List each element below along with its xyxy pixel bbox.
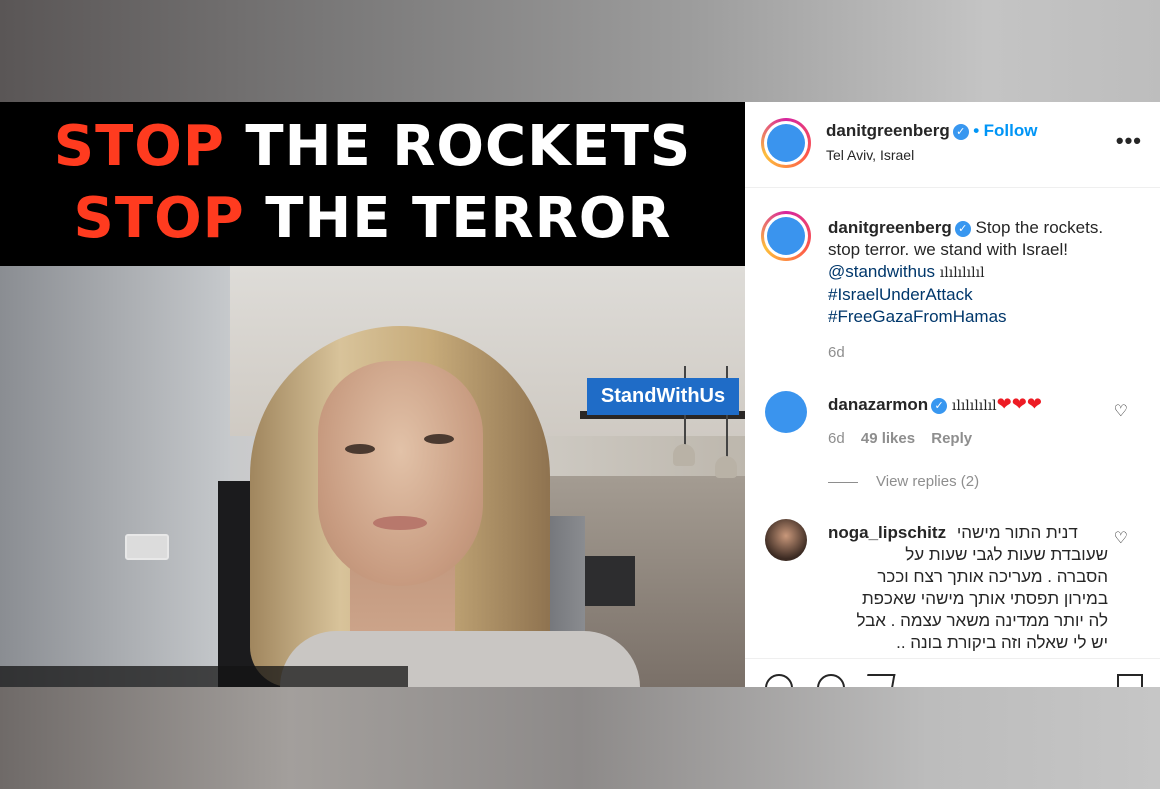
heart-icon[interactable] (765, 674, 793, 687)
post-side-panel: danitgreenberg ✓ • Follow Tel Aviv, Israe… (745, 102, 1160, 687)
light-switch (125, 534, 169, 560)
headline-text-rockets: THE ROCKETS (245, 114, 692, 179)
comment-likes[interactable]: 49 likes (861, 430, 915, 447)
caption-symbols: ılılılılıl (939, 265, 985, 281)
comment-text: ılılılılıl (951, 398, 997, 414)
action-bar (745, 674, 1160, 687)
avatar[interactable] (765, 391, 807, 433)
video-frame: StandWithUs (0, 266, 745, 687)
caption-time[interactable]: 6d (828, 344, 845, 361)
comment-text: במירון תפסתי אותך מישהי שאכפת (861, 589, 1108, 608)
oven (585, 556, 635, 606)
follow-separator: • (973, 121, 980, 140)
headline-banner: STOP THE ROCKETS STOP THE TERROR (0, 102, 745, 266)
post-media[interactable]: STOP THE ROCKETS STOP THE TERROR StandWi… (0, 102, 745, 687)
verified-badge-icon: ✓ (952, 124, 969, 140)
headline-text-terror: THE TERROR (265, 186, 672, 251)
post-location[interactable]: Tel Aviv, Israel (826, 147, 914, 163)
comment-text: יש לי שאלה וזה ביקורת בונה .. (896, 633, 1108, 652)
comment-text: לה יותר ממדינה משאר עצמה . אבל (856, 611, 1108, 630)
follow-button[interactable]: Follow (984, 121, 1038, 140)
background-bottom (0, 687, 1160, 789)
reply-button[interactable]: Reply (931, 430, 972, 447)
comment-username[interactable]: noga_lipschitz (828, 523, 946, 542)
pendant-lamp (715, 456, 737, 478)
view-replies-label: View replies (2) (876, 473, 980, 490)
person-face (318, 361, 483, 586)
like-comment-heart-icon[interactable]: ♡ (1114, 401, 1128, 421)
more-options-icon[interactable]: ••• (1116, 128, 1142, 154)
replies-divider (828, 481, 858, 483)
heart-emoji: ❤❤❤ (996, 394, 1042, 414)
avatar-image (767, 217, 805, 255)
standwithus-logo: StandWithUs (587, 378, 739, 415)
headline-word-stop: STOP (53, 114, 225, 179)
comment-time[interactable]: 6d (828, 430, 845, 447)
comment: noga_lipschitz דנית התור מישהי שעובדת שע… (745, 516, 1160, 666)
headline-word-stop: STOP (73, 186, 245, 251)
pendant-lamp (673, 444, 695, 466)
verified-badge-icon: ✓ (931, 398, 948, 414)
comment: danazarmon ✓ ılılılılıl❤❤❤ ♡ 6d 49 likes … (745, 385, 1160, 495)
headline-line-1: STOP THE ROCKETS (0, 114, 745, 179)
divider (745, 658, 1160, 659)
headline-line-2: STOP THE TERROR (0, 186, 745, 251)
eye (345, 444, 375, 454)
post-header: danitgreenberg ✓ • Follow Tel Aviv, Israe… (745, 102, 1160, 188)
comment-username[interactable]: danazarmon (828, 395, 928, 414)
caption-text: stop terror. we stand with Israel! (828, 240, 1068, 259)
like-comment-heart-icon[interactable]: ♡ (1114, 528, 1128, 548)
lower-third-bar (0, 666, 408, 687)
avatar[interactable] (765, 519, 807, 561)
avatar-image (767, 124, 805, 162)
comment-text: הסברה . מעריכה אותך רצח וככר (877, 567, 1108, 586)
wall (0, 266, 230, 687)
caption-username[interactable]: danitgreenberg (828, 218, 952, 237)
comment-text: שעובדת שעות לגבי שעות על (905, 545, 1108, 564)
mouth (373, 516, 427, 530)
background-top (0, 0, 1160, 102)
comment-text: דנית התור מישהי (956, 523, 1078, 542)
caption-text: Stop the rockets. (975, 218, 1104, 237)
post-author-username[interactable]: danitgreenberg (826, 121, 950, 140)
avatar[interactable] (761, 211, 811, 261)
hashtag-link[interactable]: #FreeGazaFromHamas (828, 306, 1138, 328)
eye (424, 434, 454, 444)
hashtag-link[interactable]: #IsraelUnderAttack (828, 284, 1138, 306)
comment-icon[interactable] (817, 674, 845, 687)
verified-badge-icon: ✓ (954, 221, 971, 237)
bookmark-icon[interactable] (1117, 674, 1143, 687)
share-icon[interactable] (862, 674, 896, 687)
view-replies-button[interactable]: View replies (2) (828, 473, 979, 490)
mention-link[interactable]: @standwithus (828, 262, 935, 281)
avatar[interactable] (761, 118, 811, 168)
